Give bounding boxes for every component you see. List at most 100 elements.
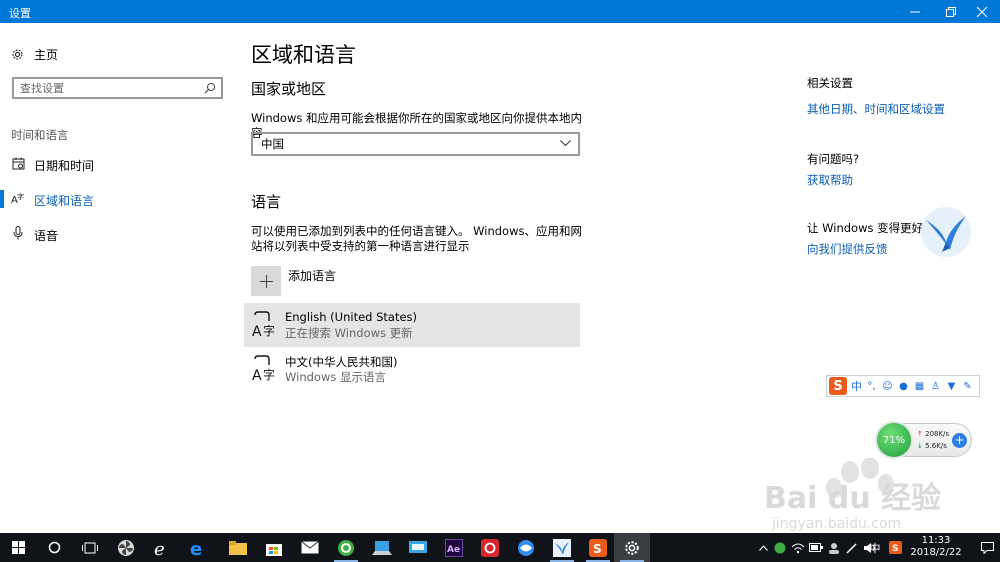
microphone-icon[interactable]: ● bbox=[897, 380, 910, 393]
taskbar-app-360[interactable] bbox=[328, 533, 364, 562]
svg-text:字: 字 bbox=[263, 367, 275, 382]
country-dropdown[interactable]: 中国 bbox=[251, 132, 580, 156]
ime-toolbar[interactable]: S 中 °, ☺ ● ▦ ♙ ▼ ✎ bbox=[826, 375, 980, 397]
taskbar-app-mail[interactable] bbox=[292, 533, 328, 562]
get-help-link[interactable]: 获取帮助 bbox=[807, 172, 853, 188]
related-settings-link[interactable]: 其他日期、时间和区域设置 bbox=[807, 101, 945, 117]
language-status: Windows 显示语言 bbox=[285, 370, 386, 384]
ime-mode-indicator[interactable]: 中 bbox=[851, 378, 862, 394]
start-button[interactable] bbox=[0, 533, 36, 562]
user-icon[interactable]: ♙ bbox=[929, 380, 942, 393]
taskbar-app-sogou[interactable]: S bbox=[580, 533, 616, 562]
taskbar-app-explorer[interactable] bbox=[220, 533, 256, 562]
window-title: 设置 bbox=[9, 7, 31, 20]
emoji-icon[interactable]: ☺ bbox=[881, 380, 894, 393]
cortana-button[interactable] bbox=[36, 533, 72, 562]
country-heading: 国家或地区 bbox=[251, 80, 327, 98]
feedback-bird-icon bbox=[921, 207, 971, 257]
sidebar-item-date-time[interactable]: 日期和时间 bbox=[0, 149, 236, 179]
taskbar-app-browser[interactable] bbox=[508, 533, 544, 562]
tray-input-language[interactable]: 中 bbox=[866, 533, 884, 562]
tray-wifi-icon[interactable] bbox=[790, 533, 806, 562]
punctuation-icon[interactable]: °, bbox=[865, 380, 878, 393]
mail-icon bbox=[301, 541, 319, 554]
section-label: 时间和语言 bbox=[11, 128, 69, 142]
network-speed-widget[interactable]: 71% ↑ 208K/s ↓ 5.6K/s + bbox=[875, 421, 972, 459]
memory-usage-ball[interactable]: 71% bbox=[875, 421, 913, 459]
taskbar-app-fan[interactable] bbox=[108, 533, 144, 562]
task-view-button[interactable] bbox=[72, 533, 108, 562]
search-box[interactable] bbox=[12, 77, 223, 99]
minimize-button[interactable] bbox=[897, 0, 933, 23]
after-effects-icon: Ae bbox=[445, 538, 463, 557]
upload-arrow-icon: ↑ bbox=[917, 430, 923, 438]
svg-text:字: 字 bbox=[17, 192, 24, 201]
close-icon bbox=[977, 6, 987, 17]
close-button[interactable] bbox=[964, 0, 1000, 23]
internet-explorer-icon: e bbox=[154, 539, 165, 557]
taskbar-app-remote[interactable] bbox=[400, 533, 436, 562]
tools-wrench-icon[interactable]: ✎ bbox=[961, 380, 974, 393]
browser-globe-icon bbox=[518, 539, 534, 556]
sidebar-item-region-language[interactable]: A字 区域和语言 bbox=[0, 184, 236, 214]
taskbar-app-netease-music[interactable] bbox=[472, 533, 508, 562]
page-title: 区域和语言 bbox=[251, 43, 356, 67]
person-icon bbox=[829, 542, 839, 554]
settings-gear-icon bbox=[625, 540, 639, 555]
main-content: 区域和语言 国家或地区 Windows 和应用可能会根据你所在的国家或地区向你提… bbox=[236, 23, 796, 533]
taskbar-clock[interactable]: 11:33 2018/2/22 bbox=[908, 535, 964, 559]
taskbar-app-settings[interactable] bbox=[614, 533, 650, 562]
pen-icon bbox=[846, 542, 857, 554]
country-value: 中国 bbox=[261, 137, 284, 151]
related-settings-heading: 相关设置 bbox=[807, 76, 853, 90]
tray-user-icon[interactable] bbox=[826, 533, 842, 562]
task-view-icon bbox=[82, 542, 98, 553]
tray-sogou-icon[interactable]: S bbox=[886, 533, 904, 562]
search-input[interactable] bbox=[20, 81, 205, 95]
tray-360-icon[interactable] bbox=[772, 533, 788, 562]
upload-speed: ↑ 208K/s bbox=[917, 430, 949, 438]
taskbar-app-store[interactable] bbox=[256, 533, 292, 562]
microphone-icon bbox=[11, 226, 25, 240]
chevron-down-icon bbox=[560, 140, 571, 147]
add-language-label: 添加语言 bbox=[288, 269, 337, 283]
remote-desktop-icon bbox=[409, 540, 427, 553]
taskbar-app-ie[interactable]: e bbox=[144, 533, 180, 562]
tray-pen-icon[interactable] bbox=[844, 533, 860, 562]
taskbar-app-after-effects[interactable]: Ae bbox=[436, 533, 472, 562]
watermark-brand: Bai du 经验 bbox=[764, 481, 941, 516]
action-center-button[interactable] bbox=[974, 533, 1000, 562]
sidebar-item-label: 区域和语言 bbox=[34, 194, 95, 208]
sidebar-item-speech[interactable]: 语音 bbox=[0, 219, 236, 249]
accelerate-plus-icon[interactable]: + bbox=[952, 433, 967, 448]
language-item-chinese[interactable]: A 字 中文(中华人民共和国) Windows 显示语言 bbox=[244, 347, 580, 391]
cortana-circle-icon bbox=[48, 541, 60, 554]
active-indicator bbox=[0, 190, 4, 208]
windows-logo-icon bbox=[11, 541, 25, 554]
notification-icon bbox=[980, 541, 994, 554]
taskbar-app-feedback[interactable] bbox=[544, 533, 580, 562]
language-heading: 语言 bbox=[251, 193, 282, 211]
svg-text:A: A bbox=[252, 324, 262, 339]
upload-speed-value: 208K/s bbox=[925, 430, 950, 438]
tray-battery-icon[interactable] bbox=[808, 533, 824, 562]
home-nav[interactable]: 主页 bbox=[11, 45, 58, 63]
netease-music-icon bbox=[481, 538, 499, 557]
sogou-logo-icon[interactable]: S bbox=[829, 377, 847, 395]
language-status: 正在搜索 Windows 更新 bbox=[285, 326, 413, 340]
store-bag-icon bbox=[266, 543, 282, 556]
taskbar-app-laptop[interactable] bbox=[364, 533, 400, 562]
watermark-url: jingyan.baidu.com bbox=[771, 516, 901, 532]
keyboard-icon[interactable]: ▦ bbox=[913, 380, 926, 393]
language-item-english[interactable]: A 字 English (United States) 正在搜索 Windows… bbox=[244, 303, 580, 347]
taskbar-app-edge[interactable]: e bbox=[180, 533, 216, 562]
language-icon: A 字 bbox=[252, 311, 275, 339]
chevron-up-icon bbox=[758, 544, 768, 551]
download-speed: ↓ 5.6K/s bbox=[917, 442, 947, 450]
skin-shirt-icon[interactable]: ▼ bbox=[945, 380, 958, 393]
sidebar: 主页 时间和语言 日期和时间 A字 区域和语言 语音 bbox=[0, 23, 236, 533]
feedback-link[interactable]: 向我们提供反馈 bbox=[807, 241, 888, 257]
language-name: 中文(中华人民共和国) bbox=[285, 355, 398, 369]
tray-expand-button[interactable] bbox=[756, 533, 770, 562]
fan-app-icon bbox=[118, 539, 134, 556]
